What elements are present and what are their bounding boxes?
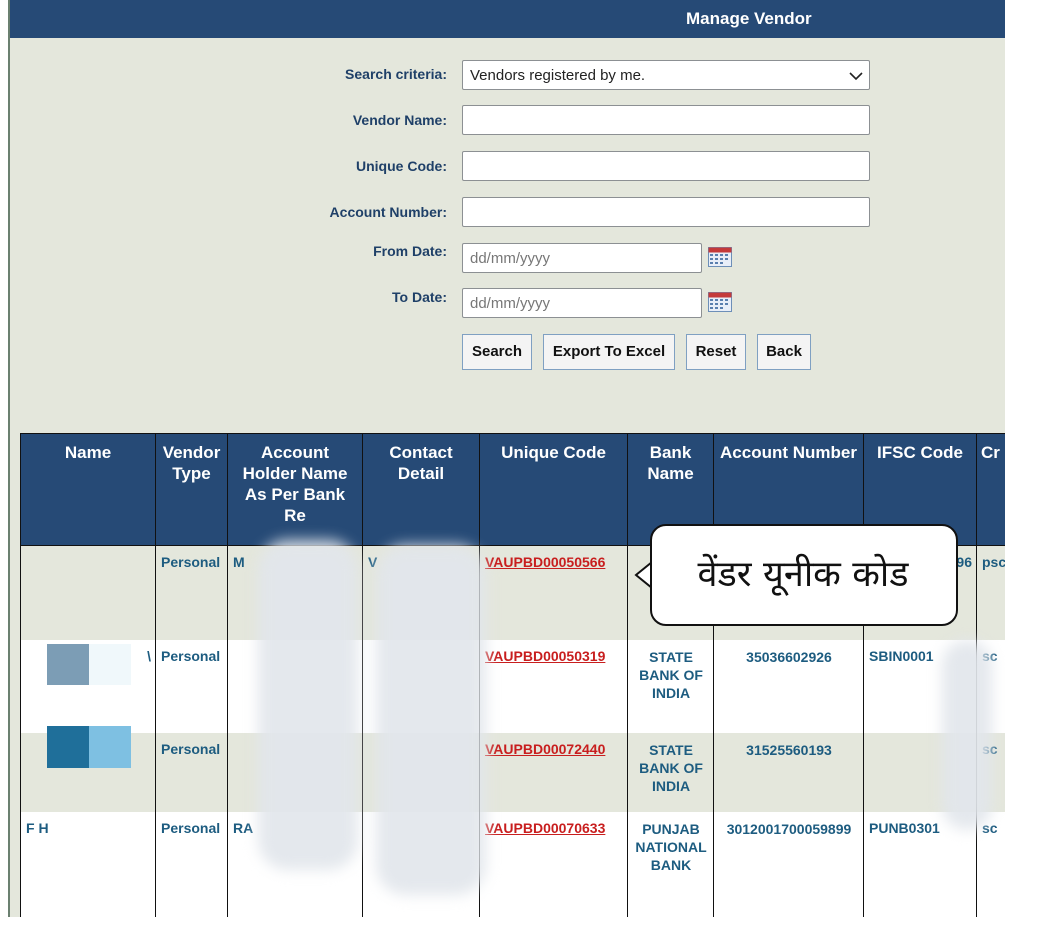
from-date-label: From Date: — [373, 243, 447, 259]
column-header[interactable]: Unique Code — [479, 433, 628, 546]
redaction-blur — [258, 540, 358, 870]
account-number-cell: 35036602926 — [713, 640, 864, 733]
back-button[interactable]: Back — [757, 334, 811, 370]
unique-code-input[interactable] — [462, 151, 870, 181]
redacted-avatar — [89, 726, 131, 768]
column-header[interactable]: Cr — [976, 433, 1005, 546]
page-header: Manage Vendor — [10, 0, 1005, 38]
search-criteria-value: Vendors registered by me. — [470, 67, 646, 84]
vendor-type-cell: Personal — [155, 733, 228, 812]
bank-name-cell: STATE BANK OF INDIA — [627, 733, 714, 812]
unique-code-link[interactable]: VAUPBD00050566 — [485, 554, 605, 570]
unique-code-link[interactable]: VAUPBD00070633 — [485, 820, 605, 836]
redaction-blur — [376, 545, 486, 895]
unique-code-label: Unique Code: — [356, 158, 447, 174]
table-row[interactable]: Personal VAUPBD00072440 STATE BANK OF IN… — [20, 733, 1005, 812]
page-title: Manage Vendor — [686, 9, 812, 28]
vendor-name-cell: F H — [20, 812, 156, 917]
vendor-name-label: Vendor Name: — [352, 112, 447, 128]
chevron-down-icon — [849, 72, 863, 81]
extra-cell: sc — [976, 812, 1005, 917]
vendor-table: Name Vendor Type Account Holder Name As … — [20, 433, 1005, 917]
bank-name-cell: STATE BANK OF INDIA — [627, 640, 714, 733]
search-button[interactable]: Search — [462, 334, 532, 370]
vendor-name-cell — [20, 545, 156, 640]
table-row[interactable]: \ Personal VAUPBD00050319 STATE BANK OF … — [20, 640, 1005, 733]
account-number-cell: 31525560193 — [713, 733, 864, 812]
column-header[interactable]: Account Holder Name As Per Bank Re — [227, 433, 363, 546]
to-date-placeholder: dd/mm/yyyy — [470, 295, 551, 312]
to-date-label: To Date: — [392, 289, 447, 305]
vendor-type-cell: Personal — [155, 640, 228, 733]
search-criteria-label: Search criteria: — [345, 66, 447, 82]
account-number-cell: 3012001700059899 — [713, 812, 864, 917]
calendar-icon[interactable] — [708, 247, 732, 267]
account-number-input[interactable] — [462, 197, 870, 227]
unique-code-link[interactable]: VAUPBD00050319 — [485, 648, 605, 664]
column-header[interactable]: Name — [20, 433, 156, 546]
unique-code-link[interactable]: VAUPBD00072440 — [485, 741, 605, 757]
unique-code-cell: VAUPBD00072440 — [479, 733, 628, 812]
vendor-name-input[interactable] — [462, 105, 870, 135]
export-to-excel-button[interactable]: Export To Excel — [543, 334, 675, 370]
manage-vendor-page: Manage Vendor Search criteria: Vendors r… — [8, 0, 1005, 917]
from-date-placeholder: dd/mm/yyyy — [470, 250, 551, 267]
annotation-callout-text: वेंडर यूनीक कोड — [697, 554, 909, 595]
account-number-label: Account Number: — [329, 204, 447, 220]
calendar-icon[interactable] — [708, 292, 732, 312]
unique-code-cell: VAUPBD00050566 — [479, 545, 628, 640]
bank-name-cell: PUNJAB NATIONAL BANK — [627, 812, 714, 917]
reset-button[interactable]: Reset — [686, 334, 746, 370]
unique-code-cell: VAUPBD00070633 — [479, 812, 628, 917]
column-header[interactable]: Contact Detail — [362, 433, 480, 546]
extra-cell: psc — [976, 545, 1005, 640]
from-date-input[interactable]: dd/mm/yyyy — [462, 243, 702, 273]
redacted-avatar — [89, 644, 131, 685]
vendor-type-cell: Personal — [155, 545, 228, 640]
to-date-input[interactable]: dd/mm/yyyy — [462, 288, 702, 318]
vendor-type-cell: Personal — [155, 812, 228, 917]
column-header[interactable]: Vendor Type — [155, 433, 228, 546]
redacted-avatar — [47, 726, 89, 768]
unique-code-cell: VAUPBD00050319 — [479, 640, 628, 733]
search-criteria-select[interactable]: Vendors registered by me. — [462, 60, 870, 90]
redacted-avatar — [47, 644, 89, 685]
redaction-blur — [942, 640, 992, 830]
table-row[interactable]: F H Personal RA B VAUPBD00070633 PUNJAB … — [20, 812, 1005, 917]
